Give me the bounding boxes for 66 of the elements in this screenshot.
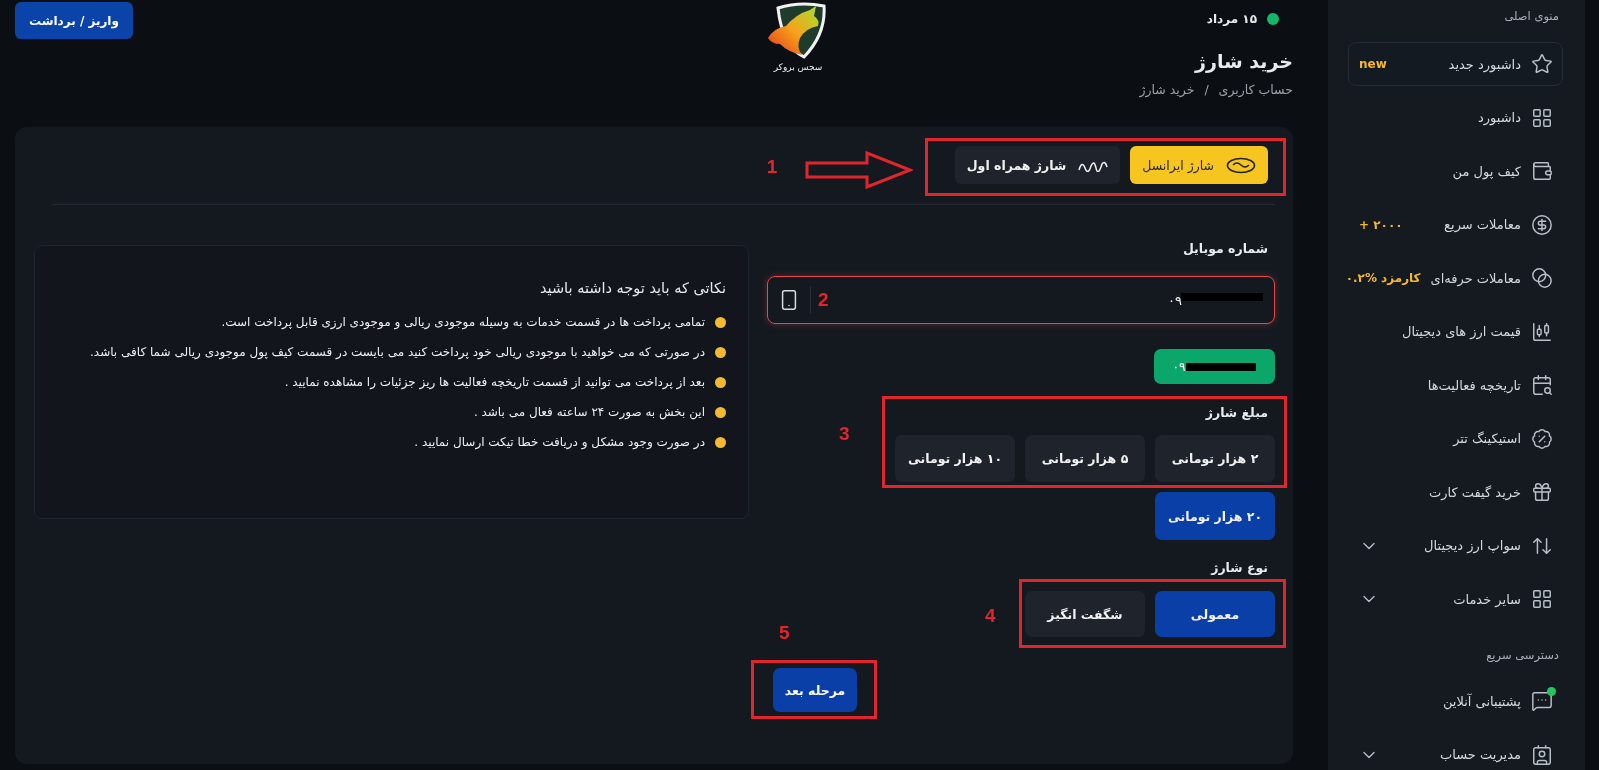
note-text: در صورت وجود مشکل و دریافت خطا تیکت ارسال نمایید . <box>414 434 705 452</box>
charge-type-option[interactable]: شگفت انگیز <box>1025 591 1145 637</box>
bullet-icon <box>715 437 726 448</box>
breadcrumb-separator: / <box>1204 82 1209 97</box>
calendar-search-icon <box>1531 374 1553 396</box>
sidebar-item[interactable]: پشتیبانی آنلاین <box>1348 679 1563 723</box>
bullet-icon <box>715 377 726 388</box>
candlestick-icon <box>1531 320 1553 343</box>
note-text: بعد از پرداخت می توانید از قسمت تاریخچه فعالیت ها ریز جزئیات را مشاهده نمایید . <box>284 374 705 392</box>
step-number: 5 <box>779 622 790 644</box>
sidebar-item[interactable]: قیمت ارز های دیجیتال <box>1348 309 1563 354</box>
promo-label: ۲۰۰۰ + <box>1359 217 1403 232</box>
bullet-icon <box>715 347 726 358</box>
arrow-icon <box>804 151 913 189</box>
breadcrumb-link[interactable]: حساب کاربری <box>1218 82 1293 97</box>
sidebar-item[interactable]: خرید گیفت کارت <box>1348 470 1563 514</box>
dollar-icon <box>1531 213 1553 236</box>
grid-icon <box>1531 106 1553 129</box>
note-text: تمامی پرداخت ها در قسمت خدمات به وسیله موجودی ریالی و موجودی ارزی قابل پرداخت است. <box>221 314 705 332</box>
sidebar-item[interactable]: کیف پول من <box>1348 149 1563 193</box>
amount-option[interactable]: ۲ هزار تومانی <box>1155 435 1275 482</box>
circles-icon <box>1531 267 1553 289</box>
bullet-icon <box>715 317 726 328</box>
sidebar-item[interactable]: معاملات حرفه‌ای کارمزد %۰.۲ <box>1348 256 1563 300</box>
deposit-withdraw-button[interactable]: واریز / برداشت <box>15 2 133 39</box>
operator-tab[interactable]: شارژ ایرانسل <box>1130 146 1268 184</box>
step-number: 2 <box>818 289 829 311</box>
breadcrumb-current: خرید شارژ <box>1139 82 1195 97</box>
sidebar-item[interactable]: مدیریت حساب <box>1348 732 1563 770</box>
section-heading: منوی اصلی <box>1503 8 1560 24</box>
step-number: 4 <box>985 605 996 627</box>
oval-logo-icon <box>1226 156 1256 174</box>
page-title: خرید شارژ <box>1195 49 1293 74</box>
percent-badge-icon <box>1531 427 1553 450</box>
sidebar-item[interactable]: سایر خدمات <box>1348 577 1563 621</box>
amount-option[interactable]: ۱۰ هزار تومانی <box>895 435 1015 482</box>
step-number: 3 <box>839 423 850 445</box>
sidebar-item[interactable]: داشبورد <box>1348 95 1563 140</box>
sidebar-item[interactable]: تاریخچه فعالیت‌ها <box>1348 363 1563 407</box>
field-label: شماره موبایل <box>1182 241 1268 257</box>
bullet-icon <box>715 407 726 418</box>
wallet-icon <box>1531 160 1553 182</box>
sidebar-item[interactable]: استیکینگ تتر <box>1348 416 1563 461</box>
promo-label: کارمزد %۰.۲ <box>1345 271 1421 285</box>
charge-type-option[interactable]: معمولی <box>1155 591 1275 637</box>
star-icon <box>1531 53 1553 75</box>
amount-option[interactable]: ۲۰ هزار تومانی <box>1155 492 1275 540</box>
step-number: 1 <box>766 156 778 178</box>
note-text: این بخش به صورت ۲۴ ساعته فعال می باشد . <box>473 404 705 422</box>
grid-icon <box>1531 588 1553 610</box>
section-heading: دسترسی سریع <box>1485 647 1560 663</box>
phone-number: ۰۹ <box>1168 292 1182 308</box>
date-label: ۱۵ مرداد <box>1206 12 1257 26</box>
sidebar-item[interactable]: معاملات سریع ۲۰۰۰ + <box>1348 202 1563 247</box>
notes-title: نکاتی که باید توجه داشته باشید <box>538 279 726 298</box>
promo-label: new <box>1359 57 1387 71</box>
amount-option[interactable]: ۵ هزار تومانی <box>1025 435 1145 482</box>
note-text: در صورتی که می خواهید با موجودی ریالی خود پرداخت کنید می بایست در قسمت کیف پول موجودی ریالی شما کافی باشد. <box>90 344 705 362</box>
gift-icon <box>1531 481 1553 503</box>
logo-text: سجس بروکر <box>773 62 823 72</box>
contact-card-icon <box>1531 743 1553 766</box>
next-step-button[interactable]: مرحله بعد <box>773 668 857 712</box>
operator-tab[interactable]: شارژ همراه اول <box>954 146 1121 184</box>
sidebar-item[interactable]: سواپ ارز دیجیتال <box>1348 523 1563 568</box>
field-label: نوع شارژ <box>1211 560 1268 576</box>
field-label: مبلغ شارژ <box>1204 405 1268 421</box>
